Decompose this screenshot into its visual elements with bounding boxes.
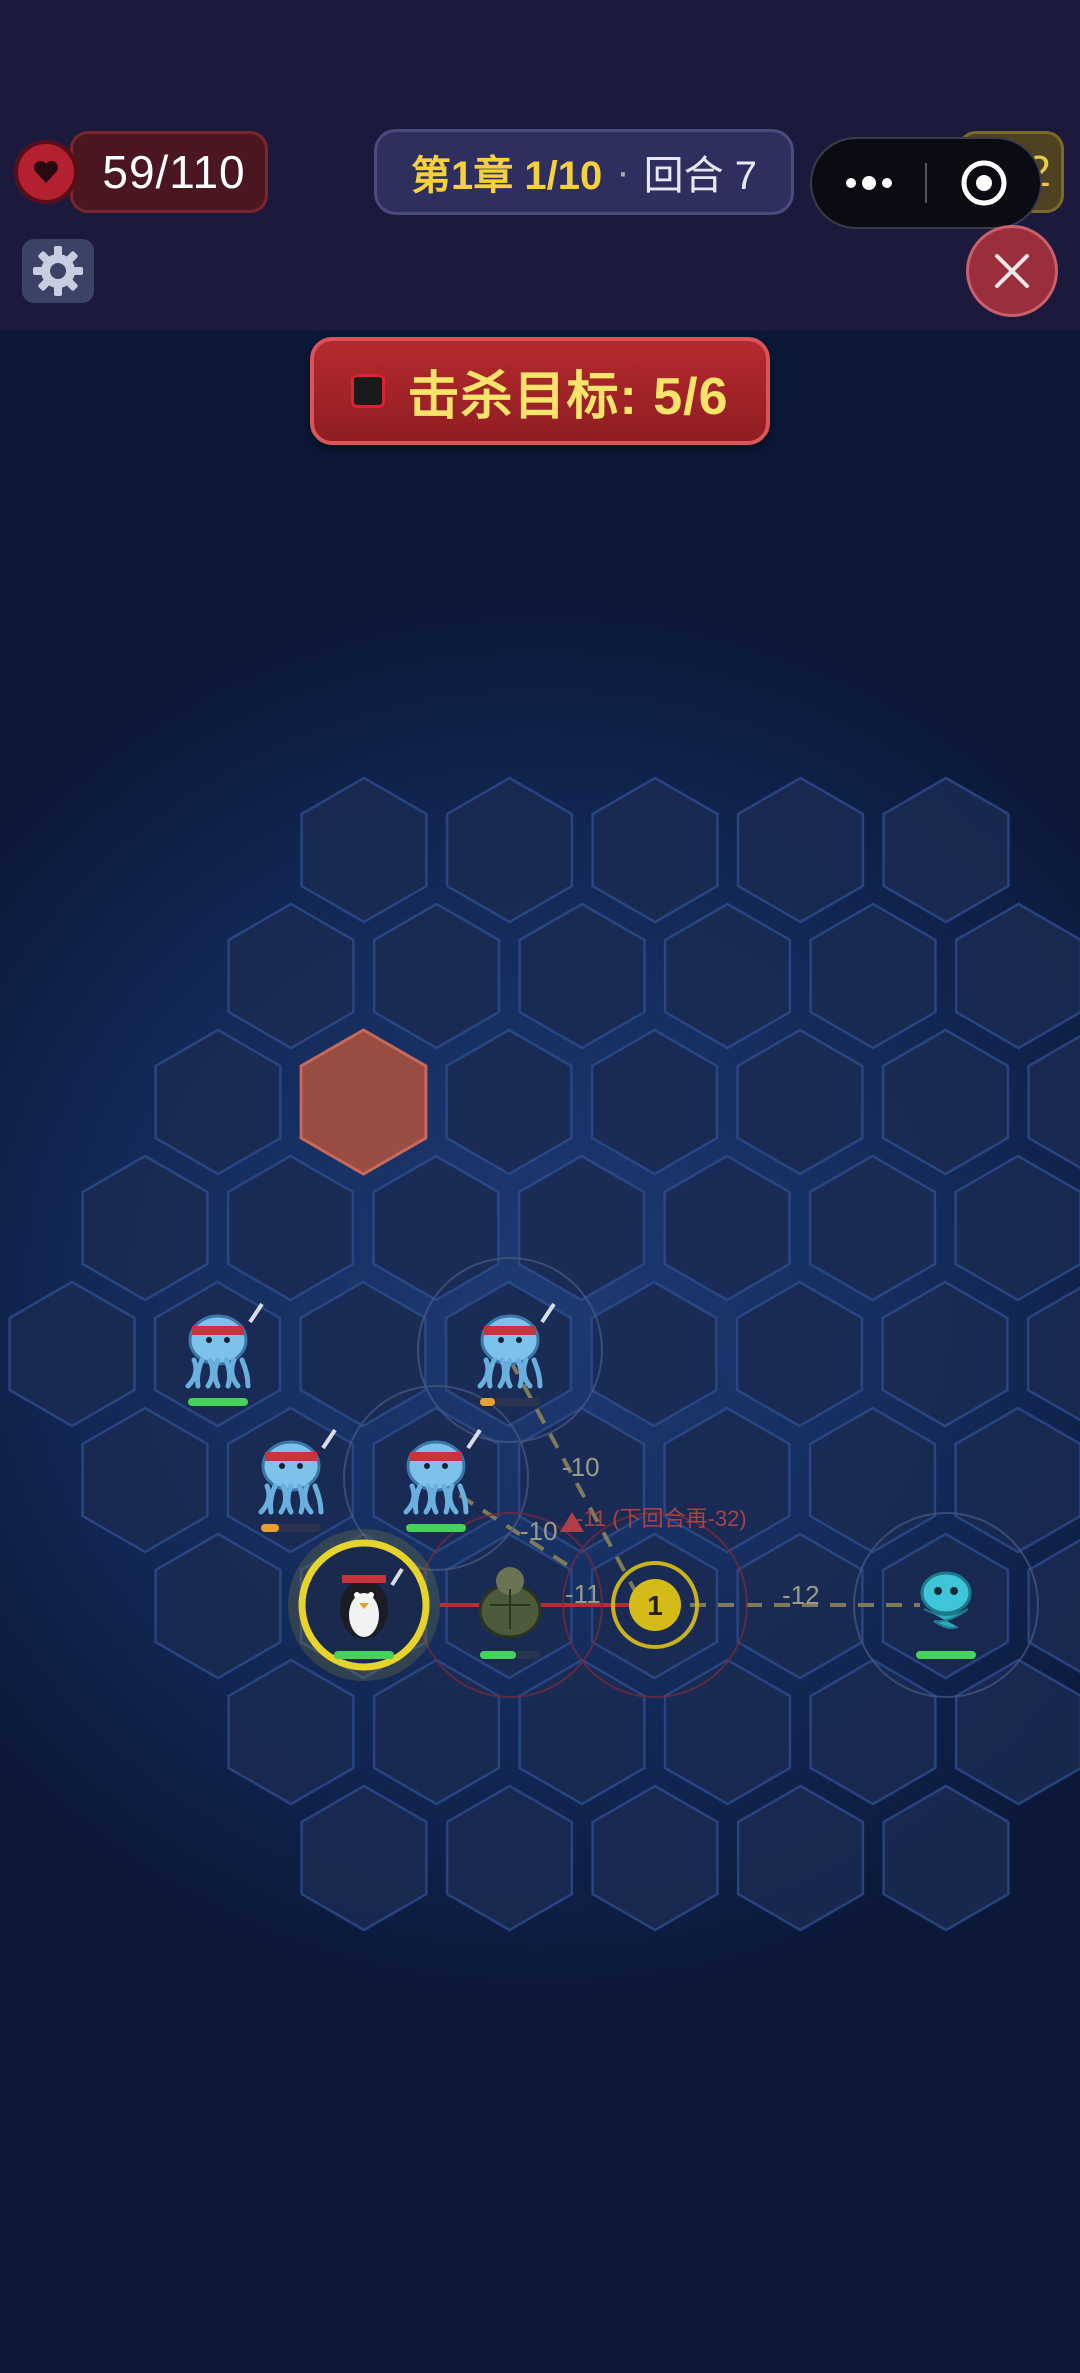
hex-board: -10 -10 -11 -12 -11 (下回合再-32) 1 [8,776,1080,1932]
hex-tile[interactable] [81,1154,209,1302]
hex-tile[interactable] [882,776,1010,924]
hex-tile[interactable] [81,1406,209,1554]
hp-bar-fill [480,1398,495,1406]
hex-tile[interactable] [300,1784,428,1932]
hex-tile-highlighted[interactable] [299,1028,428,1176]
hex-tile[interactable] [372,1154,500,1302]
hex-tile[interactable] [299,1280,427,1428]
hp-bar-fill [406,1524,466,1532]
hex-tile[interactable] [954,1406,1080,1554]
hp-bar-fill [480,1651,516,1659]
hex-grid [8,776,1080,1932]
hex-tile[interactable] [809,902,937,1050]
hex-tile[interactable] [445,1028,573,1176]
hex-tile[interactable] [590,1280,718,1428]
hex-tile[interactable] [445,776,574,924]
hex-tile[interactable] [881,1028,1010,1176]
hex-tile[interactable] [1026,1282,1080,1426]
hex-tile[interactable] [300,776,428,924]
damage-label: -11 [565,1579,601,1609]
hex-tile[interactable] [736,776,865,924]
hex-tile[interactable] [808,1154,937,1302]
hex-tile[interactable] [954,902,1080,1050]
hex-tile[interactable] [663,902,792,1050]
hex-tile[interactable] [954,1658,1080,1806]
warning-text: -11 (下回合再-32) [576,1506,747,1531]
hex-tile[interactable] [372,1658,501,1806]
hex-tile[interactable] [154,1532,282,1680]
hp-bar-fill [261,1524,279,1532]
hp-bar-fill [334,1651,394,1659]
hex-tile[interactable] [809,1658,937,1806]
hex-tile[interactable] [518,902,646,1050]
damage-label: -10 [520,1516,558,1546]
hex-tile[interactable] [663,1154,791,1302]
hex-tile[interactable] [372,902,501,1050]
hex-tile[interactable] [8,1280,136,1428]
hex-tile[interactable] [517,1154,646,1302]
hex-tile[interactable] [227,1658,355,1806]
hex-tile[interactable] [590,1028,719,1176]
hex-tile[interactable] [591,1784,719,1932]
hp-bar-fill [916,1651,976,1659]
hex-tile[interactable] [954,1154,1080,1302]
hex-tile[interactable] [226,1154,355,1302]
hex-tile[interactable] [881,1280,1009,1428]
hex-tile[interactable] [663,1658,792,1806]
hex-tile[interactable] [736,1784,865,1932]
move-marker-number: 1 [647,1590,663,1621]
damage-label: -12 [782,1580,820,1610]
hex-tile[interactable] [808,1406,937,1554]
hex-tile[interactable] [736,1028,864,1176]
hex-tile[interactable] [154,1028,282,1176]
hex-tile[interactable] [735,1280,864,1428]
hex-tile[interactable] [1027,1030,1080,1174]
hex-tile[interactable] [227,902,355,1050]
damage-label: -10 [562,1452,600,1482]
hex-tile[interactable] [882,1784,1010,1932]
danger-warning: -11 (下回合再-32) [560,1506,747,1532]
hp-bar-fill [188,1398,248,1406]
hex-tile[interactable] [518,1658,646,1806]
hex-tile[interactable] [1027,1534,1080,1678]
hex-tile[interactable] [445,1784,574,1932]
hex-tile[interactable] [591,776,719,924]
